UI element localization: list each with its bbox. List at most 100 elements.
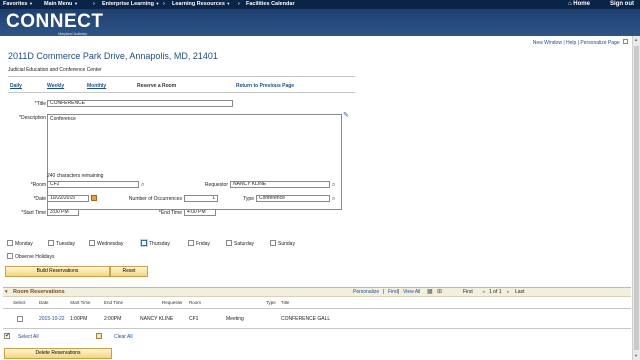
tuesday-label: Tuesday: [56, 241, 75, 247]
home-link[interactable]: ⌂ Home: [568, 1, 590, 7]
type-input[interactable]: Conference: [256, 195, 330, 202]
wednesday-checkbox[interactable]: [89, 240, 95, 246]
grid-pager: 1 of 1: [489, 289, 502, 295]
requestor-label: Requestor: [204, 182, 228, 188]
facilities-calendar-link[interactable]: Facilities Calendar: [246, 1, 295, 7]
main-menu[interactable]: Main Menu ▼: [44, 1, 80, 7]
divider: [3, 328, 631, 329]
learning-resources-menu[interactable]: Learning Resources ▼: [172, 1, 232, 7]
row-date[interactable]: 2015-10-22: [39, 316, 65, 322]
type-label: Type: [243, 196, 254, 202]
observe-holidays-label: Observe Holidays: [15, 254, 55, 260]
date-label: *Date: [33, 196, 46, 202]
grid-title: Room Reservations: [13, 289, 65, 295]
search-icon[interactable]: ⌕: [141, 182, 144, 188]
spellcheck-icon[interactable]: ✎: [343, 112, 349, 119]
grid-first-link[interactable]: First: [463, 289, 473, 295]
grid-last-link[interactable]: Last: [515, 289, 524, 295]
signout-link[interactable]: Sign out: [610, 1, 634, 7]
reset-button[interactable]: Reset: [110, 266, 148, 277]
favorites-menu[interactable]: Favorites ▼: [3, 1, 35, 7]
row-room: CF1: [189, 316, 199, 322]
row-start-time: 1:00PM: [70, 316, 88, 322]
clear-all-icon[interactable]: [96, 333, 102, 339]
top-nav-bar: Favorites ▼ Main Menu ▼ › Enterprise Lea…: [0, 0, 640, 9]
divider: [3, 308, 631, 309]
scroll-up-icon[interactable]: ▲: [634, 37, 638, 42]
divider: ›: [238, 1, 240, 7]
date-input[interactable]: 10/22/2015: [47, 195, 89, 202]
grid-view-all-link[interactable]: View All: [403, 289, 420, 295]
search-icon[interactable]: ⌕: [332, 196, 335, 202]
row-type: Meeting: [226, 316, 244, 322]
grid-find-link[interactable]: Find: [388, 289, 398, 295]
personalize-page-link[interactable]: Personalize Page: [580, 40, 619, 46]
tuesday-checkbox[interactable]: [48, 240, 54, 246]
grid-header: ▾ Room Reservations Personalize | Find |…: [3, 287, 631, 297]
zoom-icon[interactable]: ⊞: [437, 288, 442, 295]
sunday-checkbox[interactable]: [270, 240, 276, 246]
row-end-time: 2:00PM: [104, 316, 122, 322]
tab-monthly[interactable]: Monthly: [87, 83, 106, 89]
tab-weekly[interactable]: Weekly: [47, 83, 64, 89]
observe-holidays-checkbox[interactable]: [7, 253, 13, 259]
occurrences-input[interactable]: 1: [184, 195, 218, 202]
thursday-checkbox[interactable]: [141, 240, 147, 246]
col-title[interactable]: Title: [281, 300, 289, 305]
end-time-input[interactable]: 4:00 PM: [184, 209, 216, 216]
build-reservations-button[interactable]: Build Reservations: [5, 266, 110, 277]
occurrences-label: Number of Occurrences: [128, 196, 182, 202]
help-link[interactable]: Help: [566, 40, 576, 46]
chevron-down-icon: ▼: [73, 1, 78, 6]
expand-icon[interactable]: [623, 39, 628, 44]
monday-label: Monday: [15, 241, 33, 247]
end-time-label: *End Time: [158, 210, 182, 216]
chevron-down-icon: ▼: [226, 1, 231, 6]
prev-icon[interactable]: ◂: [482, 289, 485, 295]
next-icon[interactable]: ▸: [507, 289, 510, 295]
row-requester: NANCY KLINE: [140, 316, 174, 322]
enterprise-learning-menu[interactable]: Enterprise Learning ▼: [102, 1, 161, 7]
return-link[interactable]: Return to Previous Page: [236, 83, 294, 89]
home-icon: ⌂: [568, 1, 572, 7]
calendar-icon[interactable]: [91, 195, 97, 201]
collapse-icon[interactable]: ▾: [5, 289, 8, 295]
new-window-link[interactable]: New Window: [533, 40, 562, 46]
tab-reserve-room: Reserve a Room: [137, 83, 177, 89]
col-room[interactable]: Room: [189, 300, 201, 305]
scroll-thumb[interactable]: [634, 46, 639, 350]
divider: [8, 76, 355, 77]
divider: |: [383, 289, 385, 295]
requestor-input[interactable]: NANCY KLINE: [230, 181, 330, 188]
select-all-icon[interactable]: [4, 332, 10, 339]
delete-reservations-button[interactable]: Delete Reservations: [4, 348, 112, 359]
page-title: 2011D Commerce Park Drive, Annapolis, MD…: [8, 51, 218, 61]
room-label: *Room: [30, 182, 46, 188]
col-date[interactable]: Date: [39, 300, 49, 305]
col-type[interactable]: Type: [266, 300, 276, 305]
download-icon[interactable]: ▦: [427, 288, 433, 295]
divider: ›: [163, 1, 165, 7]
friday-checkbox[interactable]: [188, 240, 194, 246]
saturday-label: Saturday: [234, 241, 255, 247]
row-title: CONFERENCE GALL: [281, 316, 331, 322]
scrollbar[interactable]: ▲ ▼: [632, 36, 640, 360]
grid-personalize-link[interactable]: Personalize: [353, 289, 379, 295]
tab-daily[interactable]: Daily: [10, 83, 22, 89]
col-end-time[interactable]: End Time: [104, 300, 123, 305]
monday-checkbox[interactable]: [7, 240, 13, 246]
room-input[interactable]: CF2: [47, 181, 139, 188]
center-name: Judicial Education and Conference Center: [8, 67, 102, 73]
saturday-checkbox[interactable]: [226, 240, 232, 246]
col-requester[interactable]: Requester: [162, 300, 183, 305]
search-icon[interactable]: ⌕: [332, 182, 335, 188]
scroll-down-icon[interactable]: ▼: [634, 353, 638, 358]
clear-all-link[interactable]: Clear All: [114, 334, 133, 340]
thursday-label: Thursday: [149, 241, 170, 247]
start-time-input[interactable]: 3:00 PM: [47, 209, 79, 216]
col-start-time[interactable]: Start Time: [70, 300, 91, 305]
title-input[interactable]: CONFERENCE: [47, 100, 233, 107]
select-all-link[interactable]: Select All: [18, 334, 39, 340]
row-select-checkbox[interactable]: [17, 316, 23, 322]
sunday-label: Sunday: [278, 241, 295, 247]
